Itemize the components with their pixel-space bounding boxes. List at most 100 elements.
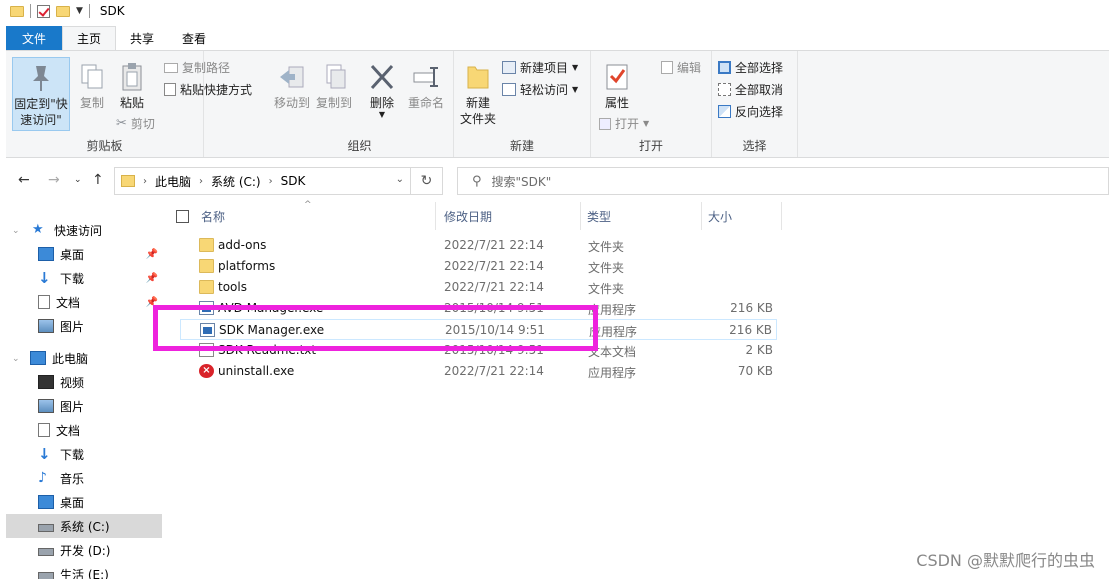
address-dropdown-icon[interactable]: ⌄ [396, 174, 404, 185]
pin-to-quick-access-button[interactable]: 固定到"快 速访问" [12, 57, 70, 131]
pin-icon[interactable]: 📌 [146, 249, 158, 260]
paste-shortcut-label: 粘贴快捷方式 [180, 83, 253, 97]
breadcrumb-sdk[interactable]: SDK [281, 174, 306, 188]
recent-locations-dropdown-icon[interactable]: ⌄ [74, 175, 82, 185]
scissors-icon: ✂ [116, 116, 127, 131]
sidebar-item-documents-pc[interactable]: 文档 [6, 418, 162, 442]
new-group: 新建 文件夹 新建项目 ▼ 轻松访问 ▼ 新建 [454, 51, 591, 157]
move-to-label: 移动到 [273, 96, 310, 110]
delete-button[interactable]: 删除 ▼ [364, 57, 400, 127]
up-arrow-icon[interactable]: ↑ [92, 172, 104, 188]
easy-access-label: 轻松访问 [520, 83, 569, 97]
sidebar-item-pictures-pc[interactable]: 图片 [6, 394, 162, 418]
sidebar-item-desktop-pc[interactable]: 桌面 [6, 490, 162, 514]
file-row-platforms[interactable]: platforms 2022/7/21 22:14 文件夹 [180, 256, 777, 277]
back-arrow-icon[interactable]: ← [18, 172, 30, 188]
file-row-avd-manager[interactable]: AVD Manager.exe 2015/10/14 9:51 应用程序 216… [180, 298, 777, 319]
file-name: platforms [218, 259, 276, 273]
select-none-label: 全部取消 [735, 83, 784, 97]
select-all-button[interactable]: 全部选择 [718, 59, 783, 76]
new-folder-button[interactable]: 新建 文件夹 [458, 57, 498, 129]
file-row-tools[interactable]: tools 2022/7/21 22:14 文件夹 [180, 277, 777, 298]
move-to-button[interactable]: 移动到 [272, 57, 312, 117]
column-header-date[interactable]: 修改日期 [438, 202, 581, 230]
file-row-uninstall[interactable]: × uninstall.exe 2022/7/21 22:14 应用程序 70 … [180, 361, 777, 382]
file-size: 216 KB [729, 323, 772, 337]
column-header-name[interactable]: 名称 [170, 202, 436, 230]
breadcrumb-this-pc[interactable]: 此电脑 [155, 173, 191, 190]
paste-shortcut-button[interactable]: 粘贴快捷方式 [164, 81, 252, 98]
properties-quick-access-icon[interactable] [37, 4, 50, 18]
file-row-sdk-manager[interactable]: SDK Manager.exe 2015/10/14 9:51 应用程序 216… [180, 319, 777, 340]
breadcrumb-separator-icon[interactable]: › [143, 176, 147, 187]
file-name: add-ons [218, 238, 267, 252]
delete-x-icon [367, 61, 397, 93]
document-icon [38, 423, 50, 437]
tab-view[interactable]: 查看 [168, 26, 220, 50]
sidebar-item-label: 下载 [60, 447, 85, 462]
copy-to-button[interactable]: 复制到 [314, 57, 354, 117]
delete-label: 删除 [369, 96, 394, 110]
copy-button[interactable]: 复制 [74, 57, 110, 117]
copy-to-icon [319, 61, 349, 93]
sidebar-item-quick-access[interactable]: ★ 快速访问 [6, 218, 162, 242]
file-name: SDK Manager.exe [219, 323, 325, 337]
sidebar-item-desktop[interactable]: 桌面 📌 [6, 242, 162, 266]
select-all-checkbox[interactable] [176, 209, 189, 223]
sidebar-item-this-pc[interactable]: 此电脑 [6, 346, 162, 370]
quick-access-dropdown-icon[interactable]: ▼ [76, 6, 83, 16]
tab-home[interactable]: 主页 [62, 26, 117, 50]
edit-button[interactable]: 编辑 [661, 59, 701, 76]
search-input[interactable]: ⚲ 搜索"SDK" [457, 167, 1109, 195]
file-name: tools [218, 280, 247, 294]
file-list: ^ 名称 修改日期 类型 大小 add-ons 2022/7/21 22:14 … [170, 200, 1109, 579]
file-size: 2 KB [745, 343, 773, 357]
column-header-label: 名称 [201, 209, 226, 224]
new-item-button[interactable]: 新建项目 ▼ [502, 59, 578, 76]
column-header-size[interactable]: 大小 [702, 202, 782, 230]
breadcrumb-separator-icon[interactable]: › [199, 176, 203, 187]
refresh-icon[interactable]: ↻ [411, 167, 443, 195]
sidebar-item-pictures[interactable]: 图片 [6, 314, 162, 338]
sidebar-item-downloads-pc[interactable]: ↓ 下载 [6, 442, 162, 466]
breadcrumb-separator-icon[interactable]: › [269, 176, 273, 187]
file-row-add-ons[interactable]: add-ons 2022/7/21 22:14 文件夹 [180, 235, 777, 256]
invert-selection-button[interactable]: 反向选择 [718, 103, 783, 120]
paste-button[interactable]: 粘贴 [112, 57, 152, 117]
breadcrumb-system-c[interactable]: 系统 (C:) [211, 173, 261, 190]
navigation-bar: ← → ⌄ ↑ › 此电脑 › 系统 (C:) › SDK ⌄ ↻ ⚲ 搜索"S… [6, 164, 1109, 196]
sidebar-item-label: 系统 (C:) [60, 519, 110, 534]
music-note-icon: ♪ [38, 470, 47, 486]
sidebar-item-music[interactable]: ♪ 音乐 [6, 466, 162, 490]
pin-icon[interactable]: 📌 [146, 273, 158, 284]
tab-file[interactable]: 文件 [6, 26, 63, 50]
copy-icon [77, 61, 107, 93]
easy-access-button[interactable]: 轻松访问 ▼ [502, 81, 578, 98]
pin-icon[interactable]: 📌 [146, 297, 158, 308]
address-bar[interactable]: › 此电脑 › 系统 (C:) › SDK ⌄ [114, 167, 411, 195]
sidebar-item-documents[interactable]: 文档 📌 [6, 290, 162, 314]
sidebar-item-dev-d[interactable]: 开发 (D:) [6, 538, 162, 562]
tab-share[interactable]: 共享 [116, 26, 168, 50]
new-folder-quick-access-icon[interactable] [56, 5, 70, 17]
sidebar-item-label: 桌面 [60, 495, 85, 510]
properties-button[interactable]: 属性 [597, 57, 637, 117]
sidebar-item-downloads[interactable]: ↓ 下载 📌 [6, 266, 162, 290]
sidebar-item-videos[interactable]: 视频 [6, 370, 162, 394]
clipboard-group: 固定到"快 速访问" 复制 粘贴 复制路径 粘贴快捷方式 ✂ 剪切 剪贴板 [6, 51, 252, 157]
delete-dropdown-icon[interactable]: ▼ [364, 111, 400, 119]
cut-button[interactable]: ✂ 剪切 [116, 115, 155, 132]
copy-label: 复制 [79, 96, 104, 110]
file-row-sdk-readme[interactable]: SDK Readme.txt 2015/10/14 9:51 文本文档 2 KB [180, 340, 777, 361]
copy-path-button[interactable]: 复制路径 [164, 59, 230, 76]
rename-button[interactable]: 重命名 [404, 57, 448, 117]
column-header-type[interactable]: 类型 [581, 202, 702, 230]
sidebar-item-system-c[interactable]: 系统 (C:) [6, 514, 162, 538]
select-none-button[interactable]: 全部取消 [718, 81, 783, 98]
clipboard-group-label: 剪贴板 [86, 139, 123, 153]
cut-label: 剪切 [130, 117, 155, 131]
open-button[interactable]: 打开 ▼ [599, 115, 649, 132]
forward-arrow-icon[interactable]: → [48, 172, 60, 188]
sidebar-item-life-e[interactable]: 生活 (E:) [6, 562, 162, 579]
sidebar-item-label: 下载 [60, 271, 85, 286]
